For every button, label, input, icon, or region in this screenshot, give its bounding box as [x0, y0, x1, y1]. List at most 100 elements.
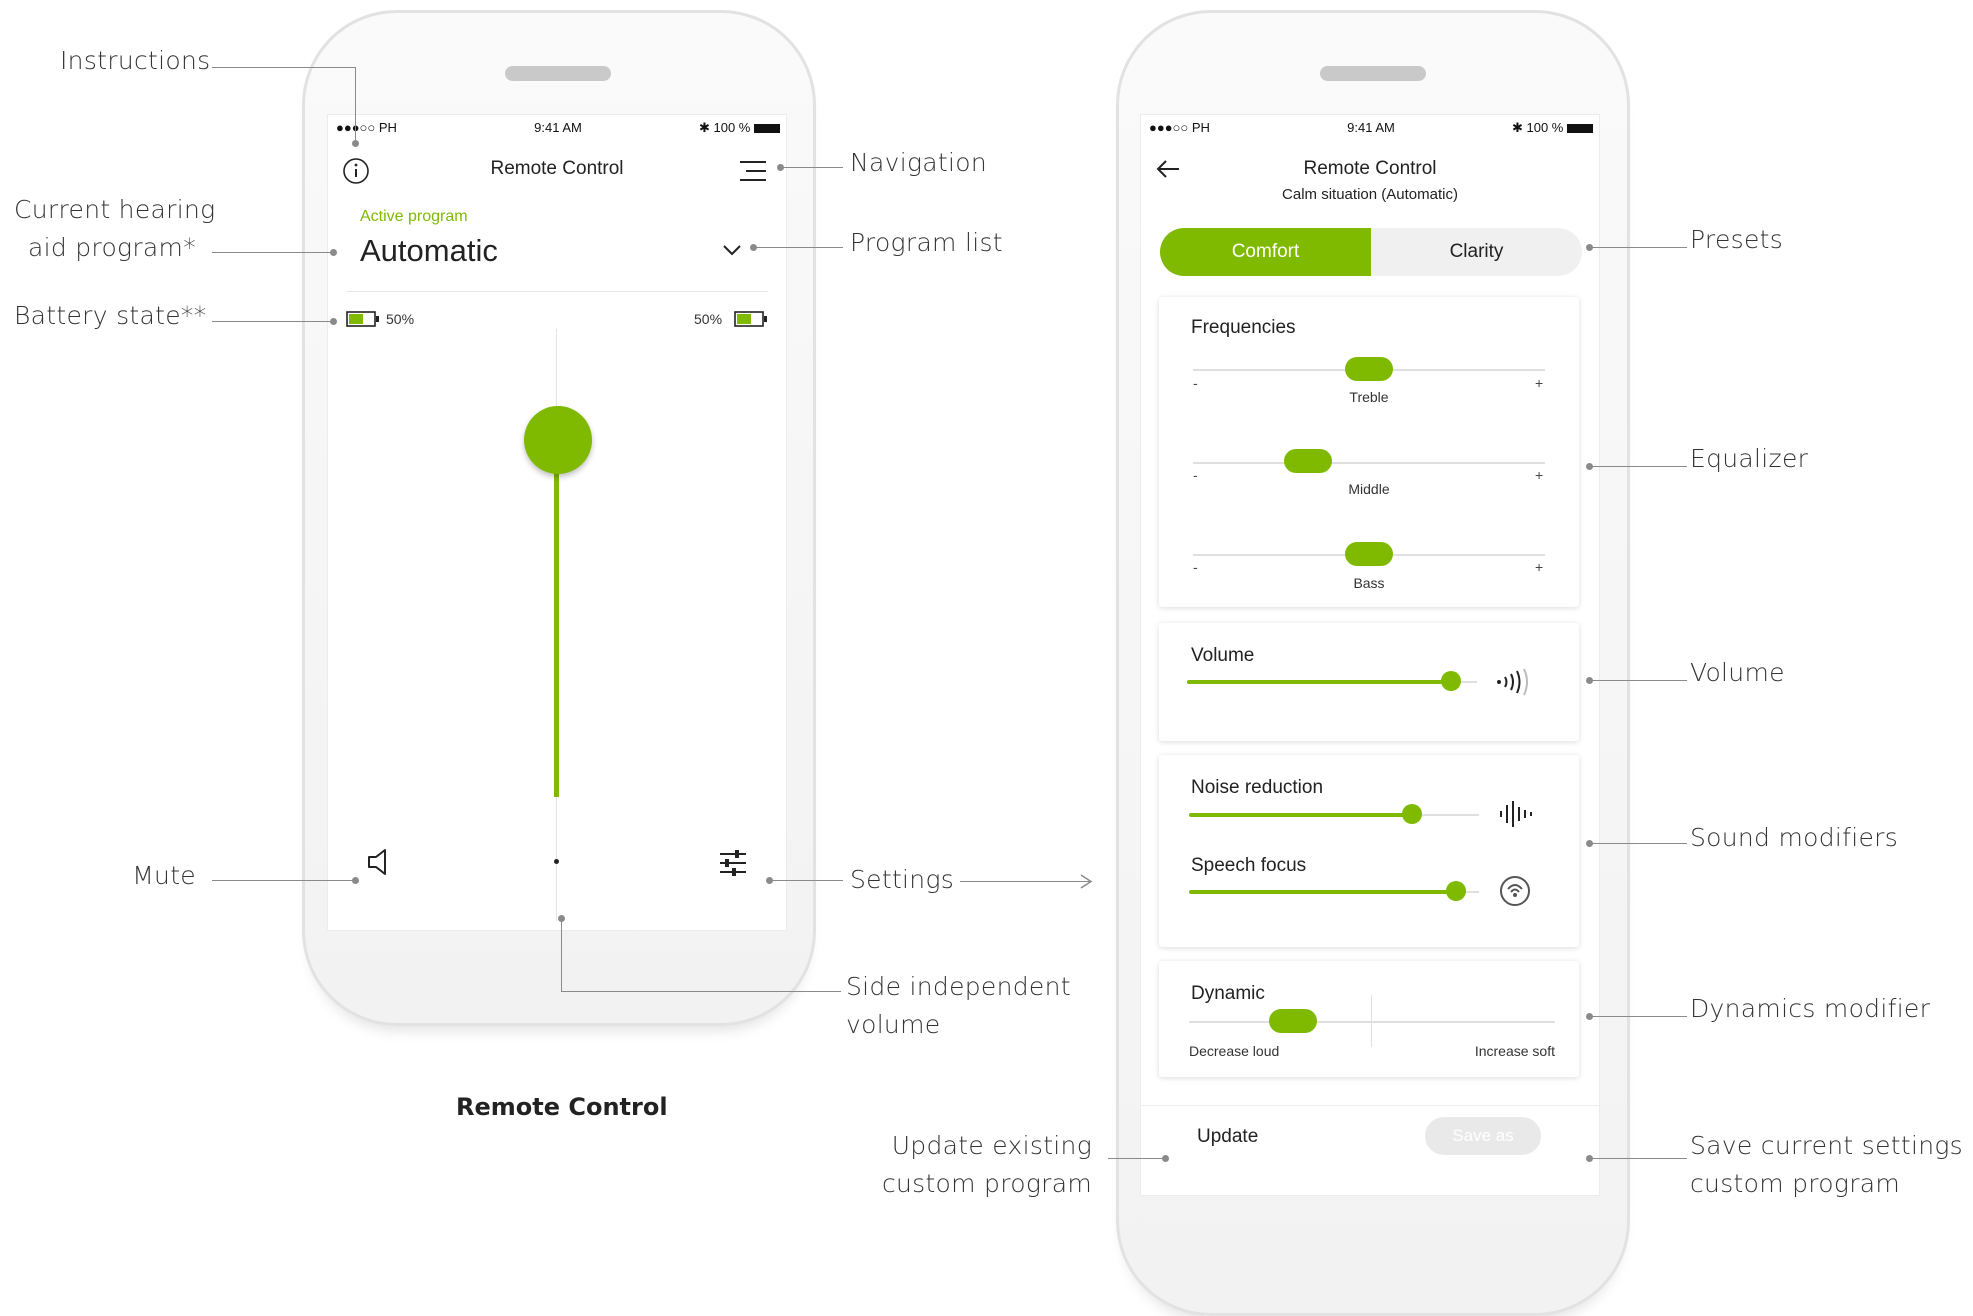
info-icon[interactable]: [342, 157, 370, 190]
annotation-save-current-1: Save current settings as: [1690, 1131, 1973, 1160]
settings-arrow-line: [960, 881, 1090, 882]
back-arrow-icon[interactable]: [1155, 159, 1181, 184]
bass-minus: -: [1193, 559, 1198, 575]
annotation-presets: Presets: [1690, 225, 1784, 254]
active-program-label: Active program: [360, 208, 468, 225]
battery-full-icon: [1567, 124, 1593, 134]
annotation-side-volume-1: Side independent: [846, 972, 1071, 1001]
battery-right-percent: 50%: [694, 311, 723, 327]
noise-reduction-knob[interactable]: [1402, 804, 1423, 824]
dynamics-card: Dynamic Decrease loud Increase soft: [1159, 961, 1579, 1077]
annotation-mute: Mute: [132, 861, 196, 890]
battery-right-icon: [734, 311, 768, 332]
noise-reduction-fill: [1189, 813, 1413, 817]
leader-mute-dot: [352, 877, 359, 884]
equalizer-card: Frequencies - + Treble - + Middle - + Ba…: [1159, 297, 1579, 607]
bluetooth-icon: ✱: [698, 120, 710, 135]
middle-minus: -: [1193, 467, 1198, 483]
speech-focus-fill: [1189, 890, 1456, 894]
annotation-current-program-1: Current hearing: [14, 195, 216, 224]
leader-instructions: [212, 67, 356, 68]
treble-label: Treble: [1349, 389, 1389, 405]
annotation-current-program-2: aid program*: [27, 233, 196, 262]
middle-plus: +: [1535, 467, 1544, 483]
annotation-settings: Settings: [850, 865, 955, 894]
leader-program-list: [754, 247, 843, 248]
preset-clarity[interactable]: Clarity: [1371, 228, 1582, 276]
frequencies-title: Frequencies: [1191, 317, 1296, 338]
noise-waveform-icon: [1497, 799, 1535, 834]
right-phone-screen: ●●●○○ PH 9:41 AM ✱ 100 % Remote Control …: [1140, 114, 1600, 1196]
chevron-down-icon[interactable]: [722, 243, 742, 262]
annotation-program-list: Program list: [850, 228, 1003, 257]
leader-volume: [1590, 680, 1687, 681]
leader-instructions-dot: [352, 140, 359, 147]
annotation-update-existing-1: Update existing: [891, 1131, 1092, 1160]
volume-knob[interactable]: [1440, 671, 1461, 691]
status-carrier: ●●●○○ PH: [1149, 120, 1210, 135]
side-volume-toggle[interactable]: [554, 859, 559, 864]
treble-minus: -: [1193, 375, 1198, 391]
annotation-save-current-2: custom program: [1690, 1169, 1901, 1198]
leader-side-volume-drop: [561, 919, 562, 991]
sound-modifiers-card: Noise reduction Speech focus: [1159, 755, 1579, 947]
battery-left-percent: 50%: [386, 311, 415, 327]
menu-icon[interactable]: [738, 159, 768, 188]
middle-label: Middle: [1348, 481, 1390, 497]
update-button[interactable]: Update: [1197, 1126, 1258, 1148]
divider: [346, 291, 768, 292]
left-phone-speaker: [505, 66, 611, 81]
status-time: 9:41 AM: [1347, 120, 1395, 135]
leader-battery-dot: [330, 318, 337, 325]
bass-slider[interactable]: [1345, 542, 1393, 566]
leader-settings: [770, 880, 843, 881]
leader-sound-modifiers: [1590, 843, 1687, 844]
leader-save: [1590, 1158, 1687, 1159]
leader-update: [1108, 1158, 1164, 1159]
annotation-battery-state: Battery state**: [14, 301, 207, 330]
annotation-dynamics-modifier: Dynamics modifier: [1690, 994, 1931, 1023]
leader-current-program: [212, 252, 334, 253]
left-phone-caption: Remote Control: [456, 1093, 668, 1121]
annotation-instructions: Instructions: [60, 46, 211, 75]
treble-plus: +: [1535, 375, 1544, 391]
volume-card: Volume: [1159, 623, 1579, 741]
volume-fill: [1187, 680, 1451, 684]
page-title: Remote Control: [1303, 158, 1437, 179]
annotation-update-existing-2: custom program: [881, 1169, 1092, 1198]
program-name[interactable]: Automatic: [360, 233, 498, 269]
dynamic-track[interactable]: [1189, 1021, 1555, 1023]
annotation-volume: Volume: [1690, 658, 1785, 687]
leader-current-program-dot: [330, 249, 337, 256]
leader-side-volume: [561, 991, 841, 992]
annotation-equalizer: Equalizer: [1690, 444, 1809, 473]
leader-presets: [1590, 247, 1687, 248]
speech-focus-label: Speech focus: [1191, 855, 1307, 876]
noise-reduction-label: Noise reduction: [1191, 777, 1324, 798]
save-as-button[interactable]: Save as: [1425, 1117, 1541, 1155]
dynamic-slider[interactable]: [1268, 1009, 1317, 1033]
settings-sliders-icon[interactable]: [718, 849, 748, 882]
speech-focus-icon: [1497, 873, 1533, 914]
right-phone-speaker: [1320, 66, 1426, 81]
leader-update-dot: [1162, 1155, 1169, 1162]
leader-instructions-drop: [355, 67, 356, 143]
middle-track[interactable]: [1193, 462, 1545, 464]
bass-plus: +: [1535, 559, 1544, 575]
page-subtitle: Calm situation (Automatic): [1282, 186, 1458, 203]
speech-focus-knob[interactable]: [1445, 881, 1466, 901]
treble-slider[interactable]: [1345, 357, 1393, 381]
volume-knob[interactable]: [524, 406, 592, 474]
battery-full-icon: [754, 124, 780, 134]
left-phone-screen: ●●●○○ PH 9:41 AM ✱ 100 % Remote Control …: [327, 114, 787, 931]
increase-soft-label: Increase soft: [1474, 1043, 1555, 1059]
speaker-mute-icon[interactable]: [366, 847, 390, 882]
leader-mute: [212, 880, 356, 881]
status-time: 9:41 AM: [534, 120, 582, 135]
battery-left-icon: [346, 311, 380, 332]
annotation-side-volume-2: volume: [846, 1010, 941, 1039]
status-battery: ✱ 100 %: [699, 120, 780, 136]
leader-dynamics: [1590, 1016, 1687, 1017]
middle-slider[interactable]: [1284, 449, 1333, 473]
preset-comfort[interactable]: Comfort: [1160, 228, 1371, 276]
